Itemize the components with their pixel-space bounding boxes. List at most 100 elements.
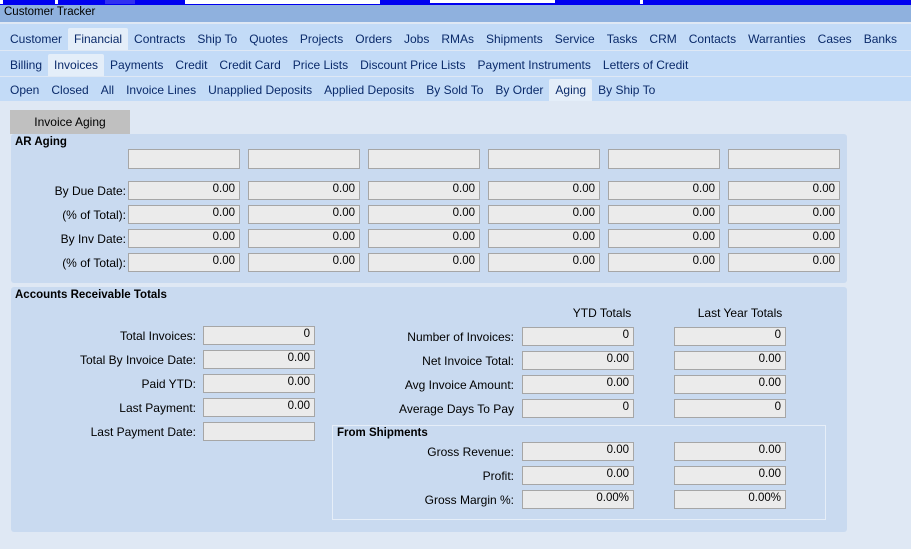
tab-payments[interactable]: Payments: [104, 58, 169, 76]
tab-credit-card[interactable]: Credit Card: [213, 58, 286, 76]
invoice-tabs: Open Closed All Invoice Lines Unapplied Depo…: [0, 77, 911, 101]
totals-field[interactable]: 0.00: [203, 350, 315, 369]
aging-value-field[interactable]: 0.00: [128, 181, 240, 200]
tab-customer[interactable]: Customer: [4, 32, 68, 50]
aging-value-field[interactable]: 0.00: [248, 253, 360, 272]
tab-credit[interactable]: Credit: [169, 58, 213, 76]
tab-banks[interactable]: Banks: [858, 32, 903, 50]
tab-projects[interactable]: Projects: [294, 32, 349, 50]
tab-invoice-lines[interactable]: Invoice Lines: [120, 83, 202, 101]
ytd-field[interactable]: 0.00: [522, 351, 634, 370]
tab-crm[interactable]: CRM: [643, 32, 682, 50]
last-year-field[interactable]: 0.00%: [674, 490, 786, 509]
last-year-field[interactable]: 0: [674, 327, 786, 346]
tab-service[interactable]: Service: [549, 32, 601, 50]
aging-row-label: By Inv Date:: [60, 232, 126, 246]
aging-value-field[interactable]: 0.00: [368, 253, 480, 272]
last-year-field[interactable]: 0.00: [674, 351, 786, 370]
aging-header-field[interactable]: [248, 149, 360, 169]
aging-header-field[interactable]: [488, 149, 600, 169]
tab-financial[interactable]: Financial: [68, 28, 129, 50]
tab-rmas[interactable]: RMAs: [435, 32, 480, 50]
aging-value-field[interactable]: 0.00: [248, 205, 360, 224]
totals-field[interactable]: 0.00: [203, 374, 315, 393]
shipments-label: Gross Revenue:: [427, 445, 514, 459]
aging-header-field[interactable]: [608, 149, 720, 169]
aging-value-field[interactable]: 0.00: [728, 253, 840, 272]
aging-value-field[interactable]: 0.00: [128, 229, 240, 248]
ytd-field[interactable]: 0.00: [522, 466, 634, 485]
totals-field[interactable]: [203, 422, 315, 441]
tab-orders[interactable]: Orders: [349, 32, 398, 50]
from-shipments-title: From Shipments: [337, 427, 428, 439]
ar-totals-title: Accounts Receivable Totals: [15, 289, 167, 301]
tab-contracts[interactable]: Contracts: [128, 32, 191, 50]
aging-value-field[interactable]: 0.00: [128, 253, 240, 272]
tab-letters-of-credit[interactable]: Letters of Credit: [597, 58, 694, 76]
last-year-field[interactable]: 0.00: [674, 466, 786, 485]
tab-contacts[interactable]: Contacts: [683, 32, 742, 50]
ytd-totals-header: YTD Totals: [572, 306, 632, 320]
aging-value-field[interactable]: 0.00: [248, 181, 360, 200]
aging-value-field[interactable]: 0.00: [608, 181, 720, 200]
tab-open[interactable]: Open: [4, 83, 45, 101]
tab-by-order[interactable]: By Order: [489, 83, 549, 101]
tab-invoice-aging[interactable]: Invoice Aging: [10, 110, 130, 134]
aging-value-field[interactable]: 0.00: [488, 181, 600, 200]
totals-label: Number of Invoices:: [407, 330, 514, 344]
aging-value-field[interactable]: 0.00: [488, 253, 600, 272]
tab-payment-instruments[interactable]: Payment Instruments: [472, 58, 597, 76]
tab-invoices[interactable]: Invoices: [48, 54, 105, 76]
ytd-field[interactable]: 0.00: [522, 442, 634, 461]
aging-value-field[interactable]: 0.00: [608, 253, 720, 272]
tab-applied-deposits[interactable]: Applied Deposits: [318, 83, 420, 101]
tab-quotes[interactable]: Quotes: [243, 32, 294, 50]
aging-header-field[interactable]: [368, 149, 480, 169]
tab-by-ship-to[interactable]: By Ship To: [592, 83, 661, 101]
aging-value-field[interactable]: 0.00: [488, 229, 600, 248]
shipments-label: Profit:: [482, 469, 514, 483]
ytd-field[interactable]: 0: [522, 327, 634, 346]
aging-header-field[interactable]: [728, 149, 840, 169]
aging-row-label: (% of Total):: [62, 208, 126, 222]
tab-billing[interactable]: Billing: [4, 58, 48, 76]
aging-header-field[interactable]: [128, 149, 240, 169]
totals-field[interactable]: 0.00: [203, 398, 315, 417]
tab-unapplied-deposits[interactable]: Unapplied Deposits: [202, 83, 318, 101]
ytd-field[interactable]: 0: [522, 399, 634, 418]
tab-by-sold-to[interactable]: By Sold To: [420, 83, 489, 101]
tab-shipments[interactable]: Shipments: [480, 32, 549, 50]
ytd-field[interactable]: 0.00%: [522, 490, 634, 509]
last-year-field[interactable]: 0.00: [674, 442, 786, 461]
tab-ship-to[interactable]: Ship To: [191, 32, 243, 50]
tab-warranties[interactable]: Warranties: [742, 32, 812, 50]
tab-price-lists[interactable]: Price Lists: [287, 58, 354, 76]
tab-jobs[interactable]: Jobs: [398, 32, 435, 50]
aging-value-field[interactable]: 0.00: [728, 229, 840, 248]
window-title: Customer Tracker: [0, 5, 911, 22]
last-year-field[interactable]: 0.00: [674, 375, 786, 394]
tab-aging[interactable]: Aging: [549, 79, 593, 101]
tab-closed[interactable]: Closed: [45, 83, 94, 101]
tab-tasks[interactable]: Tasks: [601, 32, 644, 50]
aging-row-label: By Due Date:: [54, 184, 126, 198]
tab-all[interactable]: All: [95, 83, 120, 101]
aging-value-field[interactable]: 0.00: [128, 205, 240, 224]
totals-label: Total Invoices:: [119, 329, 196, 343]
aging-value-field[interactable]: 0.00: [608, 229, 720, 248]
aging-value-field[interactable]: 0.00: [608, 205, 720, 224]
tab-cases[interactable]: Cases: [812, 32, 858, 50]
aging-value-field[interactable]: 0.00: [728, 205, 840, 224]
aging-value-field[interactable]: 0.00: [728, 181, 840, 200]
aging-value-field[interactable]: 0.00: [248, 229, 360, 248]
shipments-label: Gross Margin %:: [424, 493, 514, 507]
tab-discount-price-lists[interactable]: Discount Price Lists: [354, 58, 471, 76]
aging-value-field[interactable]: 0.00: [368, 181, 480, 200]
last-year-field[interactable]: 0: [674, 399, 786, 418]
aging-value-field[interactable]: 0.00: [488, 205, 600, 224]
totals-field[interactable]: 0: [203, 326, 315, 345]
aging-value-field[interactable]: 0.00: [368, 229, 480, 248]
aging-row-label: (% of Total):: [62, 256, 126, 270]
aging-value-field[interactable]: 0.00: [368, 205, 480, 224]
ytd-field[interactable]: 0.00: [522, 375, 634, 394]
